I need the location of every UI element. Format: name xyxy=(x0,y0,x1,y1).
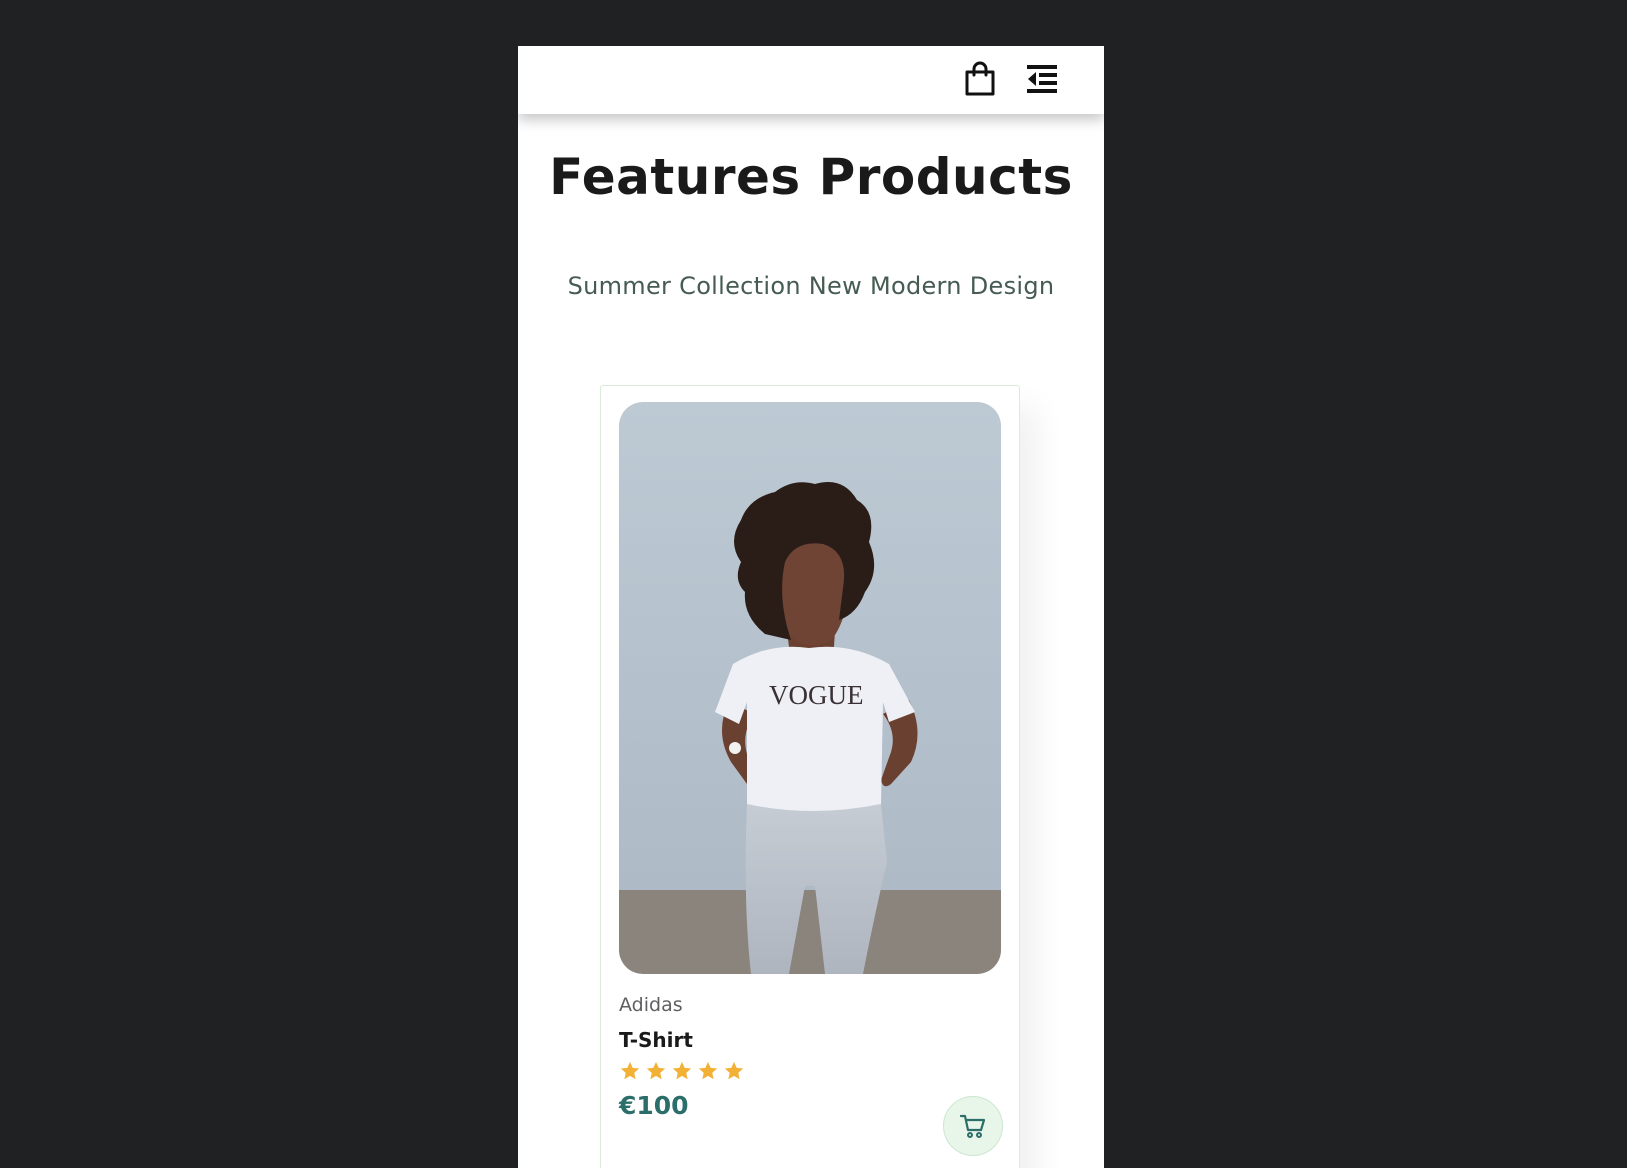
product-brand: Adidas xyxy=(619,994,683,1016)
product-card[interactable]: VOGUE Adidas T-Shirt €100 xyxy=(600,385,1020,1168)
star-icon xyxy=(646,1061,666,1080)
shirt-print: VOGUE xyxy=(769,680,864,710)
section-subtitle: Summer Collection New Modern Design xyxy=(567,272,1055,300)
shopping-bag-icon xyxy=(965,61,995,96)
star-icon xyxy=(724,1061,744,1080)
mobile-viewport: Features Products Summer Collection New … xyxy=(518,46,1104,1168)
add-to-cart-button[interactable] xyxy=(943,1096,1003,1156)
star-icon xyxy=(698,1061,718,1080)
top-navbar xyxy=(518,46,1104,114)
cart-icon xyxy=(959,1114,986,1138)
star-icon xyxy=(620,1061,640,1080)
product-price: €100 xyxy=(619,1091,689,1120)
menu-button[interactable] xyxy=(1022,59,1062,99)
star-icon xyxy=(672,1061,692,1080)
product-name: T-Shirt xyxy=(619,1028,693,1052)
section-title: Features Products xyxy=(549,148,1073,206)
product-rating xyxy=(619,1060,745,1082)
shopping-bag-button[interactable] xyxy=(960,59,1000,99)
product-image[interactable]: VOGUE xyxy=(619,402,1001,974)
menu-collapse-icon xyxy=(1027,65,1057,93)
product-photo: VOGUE xyxy=(619,402,1001,974)
